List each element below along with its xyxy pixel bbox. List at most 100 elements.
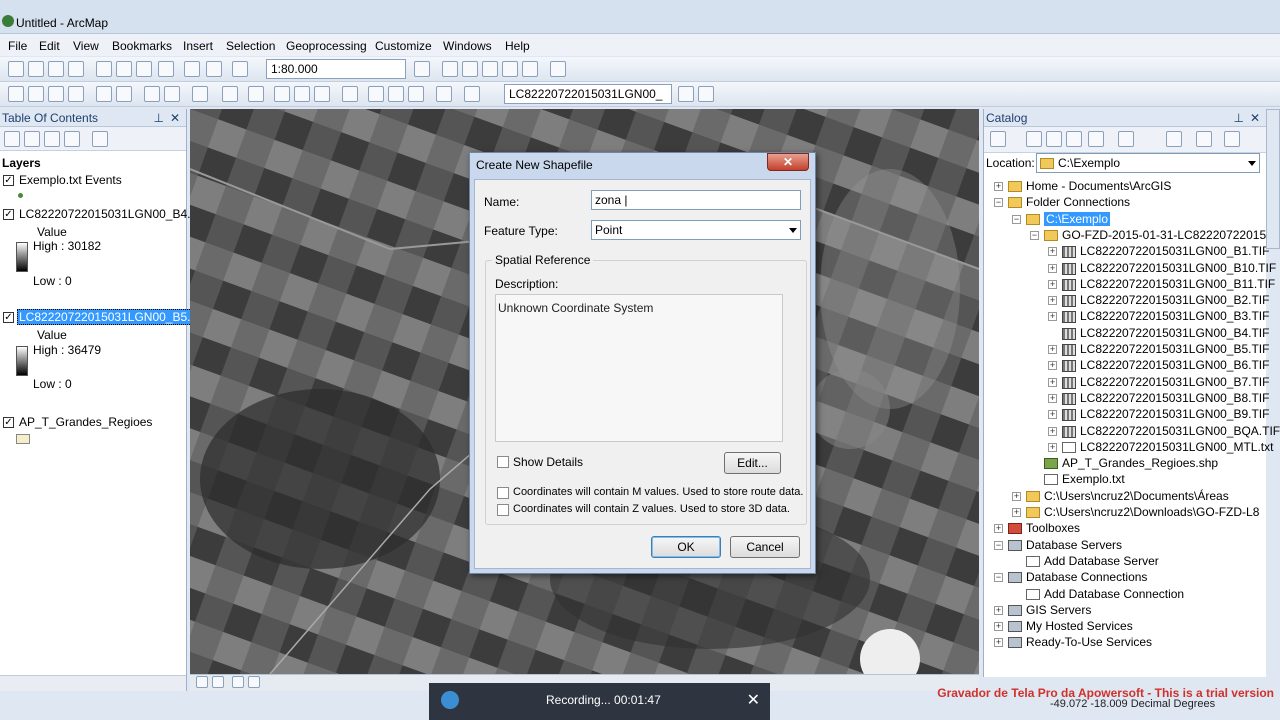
catalog-tree-item[interactable]: LC82220722015031LGN00_B8.TIF (1080, 391, 1269, 405)
clear-selection-icon[interactable] (222, 86, 238, 102)
save-icon[interactable] (48, 61, 64, 77)
catalog-tree-item[interactable]: LC82220722015031LGN00_B9.TIF (1080, 407, 1269, 421)
swipe-icon[interactable] (464, 86, 480, 102)
menu-view[interactable]: View (73, 39, 99, 53)
full-extent-icon[interactable] (68, 86, 84, 102)
identify-icon[interactable] (274, 86, 290, 102)
menu-edit[interactable]: Edit (39, 39, 60, 53)
zoom-in-icon[interactable] (8, 86, 24, 102)
z-values-checkbox[interactable] (497, 504, 509, 516)
catalog-tree-item[interactable]: Add Database Connection (1044, 587, 1184, 601)
new-icon[interactable] (8, 61, 24, 77)
catalog-tree-item[interactable]: LC82220722015031LGN00_BQA.TIF (1080, 424, 1280, 438)
expand-icon[interactable]: + (1048, 279, 1057, 289)
time-slider-icon[interactable] (436, 86, 452, 102)
expand-icon[interactable]: + (1012, 491, 1021, 501)
open-icon[interactable] (28, 61, 44, 77)
catalog-tree-item[interactable]: Database Connections (1026, 570, 1147, 584)
m-values-checkbox[interactable] (497, 487, 509, 499)
measure-icon[interactable] (342, 86, 358, 102)
expand-icon[interactable]: + (994, 182, 1003, 191)
home-icon[interactable] (1066, 131, 1082, 147)
catalog-tree-item[interactable]: LC82220722015031LGN00_B3.TIF (1080, 309, 1269, 323)
catalog-tree-item[interactable]: Add Database Server (1044, 554, 1159, 568)
layout-view-icon[interactable] (212, 676, 224, 688)
expand-icon[interactable]: + (1048, 426, 1057, 436)
ok-button[interactable]: OK (651, 536, 721, 558)
forward-icon[interactable] (1026, 131, 1042, 147)
expand-icon[interactable]: + (1048, 377, 1057, 387)
data-view-icon[interactable] (196, 676, 208, 688)
copy-icon[interactable] (116, 61, 132, 77)
list-by-visibility-icon[interactable] (44, 131, 60, 147)
list-by-source-icon[interactable] (24, 131, 40, 147)
collapse-icon[interactable]: − (994, 540, 1003, 550)
layer-exemplo-events[interactable]: Exemplo.txt Events (19, 173, 122, 187)
catalog-tree-item[interactable]: Folder Connections (1026, 195, 1130, 209)
pan-icon[interactable] (48, 86, 64, 102)
paste-icon[interactable] (136, 61, 152, 77)
toc-options-icon[interactable] (92, 131, 108, 147)
layer-b5-selected[interactable]: LC82220722015031LGN00_B5.TIF (17, 309, 211, 325)
expand-icon[interactable]: + (1048, 247, 1057, 257)
catalog-tree-item[interactable]: GIS Servers (1026, 603, 1091, 617)
layer-checkbox[interactable]: ✓ (3, 209, 14, 220)
menu-customize[interactable]: Customize (375, 39, 432, 53)
catalog-tree-item[interactable]: My Hosted Services (1026, 619, 1133, 633)
model-builder-icon[interactable] (550, 61, 566, 77)
layer-checkbox[interactable]: ✓ (3, 312, 14, 323)
layer-b4[interactable]: LC82220722015031LGN00_B4.TIF (19, 207, 208, 221)
add-data-icon[interactable] (232, 61, 248, 77)
python-icon[interactable] (522, 61, 538, 77)
forward-icon[interactable] (164, 86, 180, 102)
editor-icon[interactable] (414, 61, 430, 77)
catalog-tree-item[interactable]: GO-FZD-2015-01-31-LC82220722015031LGN00 (1062, 228, 1280, 242)
back-icon[interactable] (144, 86, 160, 102)
expand-icon[interactable]: + (1048, 263, 1057, 273)
catalog-tree-item[interactable]: LC82220722015031LGN00_B4.TIF (1080, 326, 1269, 340)
catalog-tree-item[interactable]: AP_T_Grandes_Regioes.shp (1062, 456, 1218, 470)
map-scale-combo[interactable]: 1:80.000 (266, 59, 406, 79)
hyperlink-icon[interactable] (294, 86, 310, 102)
menu-bookmarks[interactable]: Bookmarks (112, 39, 172, 53)
histogram-icon[interactable] (698, 86, 714, 102)
fixed-zoom-in-icon[interactable] (96, 86, 112, 102)
menu-selection[interactable]: Selection (226, 39, 275, 53)
catalog-tree-item[interactable]: C:\Exemplo (1044, 211, 1111, 226)
close-icon[interactable]: ✕ (1250, 111, 1260, 125)
undo-icon[interactable] (184, 61, 200, 77)
expand-icon[interactable]: + (1048, 312, 1057, 322)
collapse-icon[interactable]: − (994, 198, 1003, 208)
expand-icon[interactable]: + (1048, 296, 1057, 306)
catalog-tree-item[interactable]: Ready-To-Use Services (1026, 635, 1152, 649)
search-window-icon[interactable] (482, 61, 498, 77)
redo-icon[interactable] (206, 61, 222, 77)
collapse-icon[interactable]: − (994, 573, 1003, 583)
catalog-tree-item[interactable]: Toolboxes (1026, 521, 1080, 535)
pause-drawing-icon[interactable] (248, 676, 260, 688)
expand-icon[interactable]: + (994, 524, 1003, 534)
select-elements-icon[interactable] (248, 86, 264, 102)
catalog-tree-item[interactable]: LC82220722015031LGN00_B7.TIF (1080, 375, 1269, 389)
new-folder-icon[interactable] (1166, 131, 1182, 147)
expand-icon[interactable]: + (994, 622, 1003, 632)
list-by-selection-icon[interactable] (64, 131, 80, 147)
menu-insert[interactable]: Insert (183, 39, 213, 53)
name-input[interactable]: zona | (591, 190, 801, 210)
back-icon[interactable] (990, 131, 1006, 147)
pin-icon[interactable]: ⊥ (1234, 111, 1244, 125)
arctoolbox-icon[interactable] (502, 61, 518, 77)
show-details-checkbox[interactable] (497, 456, 509, 468)
goto-xy-icon[interactable] (408, 86, 424, 102)
html-popup-icon[interactable] (314, 86, 330, 102)
expand-icon[interactable]: + (1012, 508, 1021, 517)
pin-icon[interactable]: ⊥ (154, 111, 164, 125)
expand-icon[interactable]: + (1048, 345, 1057, 354)
catalog-tree-item[interactable]: LC82220722015031LGN00_B11.TIF (1080, 277, 1275, 291)
expand-icon[interactable]: + (1048, 410, 1057, 420)
expand-icon[interactable]: + (1048, 361, 1057, 371)
collapse-icon[interactable]: − (1012, 214, 1021, 224)
catalog-tree-item[interactable]: LC82220722015031LGN00_B5.TIF (1080, 342, 1269, 356)
catalog-tree-item[interactable]: C:\Users\ncruz2\Downloads\GO-FZD-L8 (1044, 505, 1259, 519)
menu-help[interactable]: Help (505, 39, 530, 53)
